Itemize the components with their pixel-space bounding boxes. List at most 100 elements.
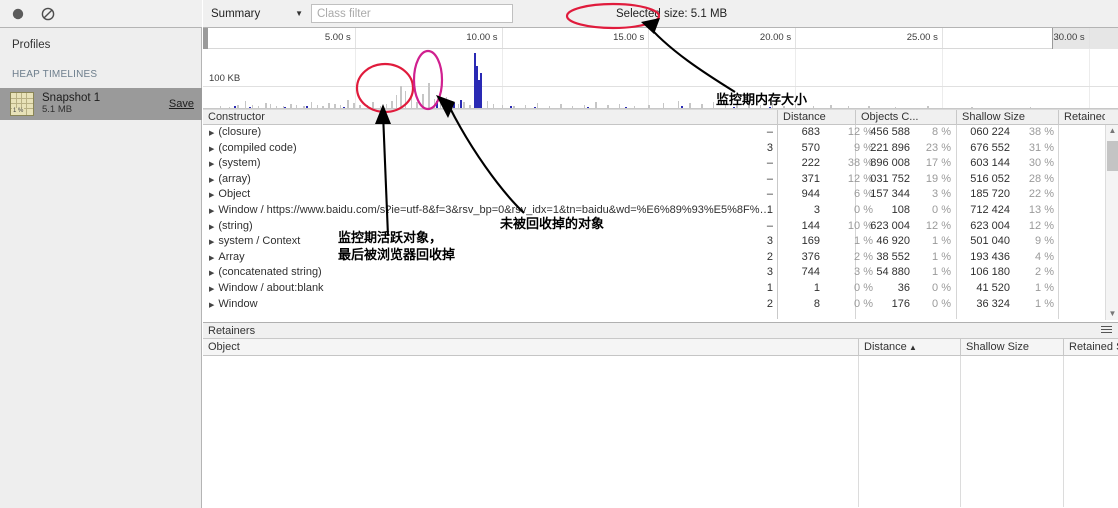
column-header-shallow-size[interactable]: Shallow Size bbox=[956, 110, 1058, 125]
retainers-column-header-label: Retained Size bbox=[1069, 341, 1118, 353]
table-row[interactable]: ▶ Window / https://www.baidu.com/s?ie=utf… bbox=[203, 203, 1118, 219]
class-filter-input[interactable]: Class filter bbox=[311, 4, 513, 23]
chart-bar bbox=[560, 103, 562, 108]
constructors-table-body[interactable]: ▶ (closure) –683 12 % 456 588 8 % 060 224 38 % ▶… bbox=[203, 125, 1118, 319]
chart-bar bbox=[290, 103, 292, 108]
column-header-constructor[interactable]: Constructor bbox=[203, 110, 777, 125]
heap-timelines-section-label: HEAP TIMELINES bbox=[12, 69, 98, 80]
constructor-name: (string) bbox=[218, 219, 253, 232]
chart-bar bbox=[868, 105, 870, 108]
column-header-distance[interactable]: Distance bbox=[777, 110, 855, 125]
expand-triangle-icon[interactable]: ▶ bbox=[209, 239, 214, 246]
scroll-down-arrow[interactable]: ▼ bbox=[1106, 308, 1118, 320]
expand-triangle-icon[interactable]: ▶ bbox=[209, 286, 214, 293]
table-row[interactable]: ▶ Object –944 6 % 157 344 3 % 185 720 22 % bbox=[203, 187, 1118, 203]
shallow-percent-cell: 1 % bbox=[932, 266, 951, 279]
column-header-label: Retained Size bbox=[1064, 111, 1105, 123]
shallow-size-cell: 031 752 bbox=[870, 172, 910, 185]
chart-bar bbox=[712, 102, 715, 108]
retainers-table-body[interactable] bbox=[203, 356, 1118, 507]
chart-bar bbox=[480, 73, 483, 108]
table-row[interactable]: ▶ Window 2 8 0 % 176 0 % 36 324 1 % bbox=[203, 297, 1118, 313]
shallow-percent-cell: 19 % bbox=[925, 172, 951, 185]
chart-y-axis-label: 100 KB bbox=[209, 73, 241, 84]
table-row[interactable]: ▶ (closure) –683 12 % 456 588 8 % 060 224 38 % bbox=[203, 125, 1118, 141]
heap-timeline-chart[interactable]: 100 KB bbox=[203, 49, 1118, 109]
timeline-tick bbox=[941, 28, 943, 48]
column-header-retained-size[interactable]: Retained Size ▼ bbox=[1058, 110, 1105, 125]
chart-bar bbox=[316, 104, 318, 108]
table-row[interactable]: ▶ (array) –371 12 % 031 752 19 % 516 052 28 % bbox=[203, 172, 1118, 188]
sort-indicator-icon: ▲ bbox=[906, 343, 917, 352]
chart-bar bbox=[486, 101, 489, 108]
retained-percent-cell: 2 % bbox=[1035, 266, 1054, 279]
timeline-tick-label: 15.00 s bbox=[613, 32, 645, 43]
constructor-name-cell: ▶ (array) bbox=[203, 172, 777, 188]
constructor-name: Object bbox=[218, 188, 251, 201]
table-row[interactable]: ▶ (compiled code) 3 570 9 % 221 896 23 % 676 55… bbox=[203, 141, 1118, 157]
distance-cell: 3 bbox=[766, 141, 773, 154]
expand-triangle-icon[interactable]: ▶ bbox=[209, 177, 214, 184]
timeline-tick-label: 10.00 s bbox=[466, 32, 498, 43]
chart-bar bbox=[463, 102, 465, 108]
expand-triangle-icon[interactable]: ▶ bbox=[209, 302, 214, 309]
retainers-column-header-object[interactable]: Object bbox=[203, 339, 858, 355]
retainers-table-header: Object Distance ▲ Shallow Size Retained Siz… bbox=[203, 339, 1118, 356]
constructor-name-cell: ▶ system / Context bbox=[203, 234, 777, 250]
expand-triangle-icon[interactable]: ▶ bbox=[209, 130, 214, 137]
constructor-name-cell: ▶ (concatenated string) bbox=[203, 265, 777, 281]
snapshot-grid-icon: 1 % bbox=[10, 92, 34, 116]
clear-prohibited-icon[interactable] bbox=[40, 6, 56, 22]
column-header-objects-c[interactable]: Objects C... bbox=[855, 110, 956, 125]
expand-triangle-icon[interactable]: ▶ bbox=[209, 161, 214, 168]
retainers-column-header-shallow-size[interactable]: Shallow Size bbox=[960, 339, 1063, 355]
chevron-down-icon: ▼ bbox=[295, 9, 303, 18]
hamburger-menu-icon[interactable] bbox=[1101, 326, 1112, 336]
table-row[interactable]: ▶ Window / about:blank 1 1 0 % 36 0 % 41 520 1 % bbox=[203, 281, 1118, 297]
shallow-size-cell: 38 552 bbox=[876, 250, 910, 263]
timeline-left-handle[interactable] bbox=[203, 28, 208, 49]
chart-bar bbox=[607, 105, 609, 108]
distance-cell: 3 bbox=[766, 235, 773, 248]
retained-size-cell: 501 040 bbox=[970, 235, 1010, 248]
expand-triangle-icon[interactable]: ▶ bbox=[209, 270, 214, 277]
table-row[interactable]: ▶ (concatenated string) 3 744 3 % 54 880 1 % 10… bbox=[203, 265, 1118, 281]
chart-bar bbox=[252, 105, 254, 108]
constructor-name-cell: ▶ (string) bbox=[203, 219, 777, 235]
expand-triangle-icon[interactable]: ▶ bbox=[209, 224, 214, 231]
expand-triangle-icon[interactable]: ▶ bbox=[209, 192, 214, 199]
chart-bar bbox=[510, 106, 513, 108]
record-circle-icon[interactable] bbox=[10, 6, 26, 22]
save-snapshot-link[interactable]: Save bbox=[169, 98, 194, 110]
retainers-column-header-retained-size[interactable]: Retained Size bbox=[1063, 339, 1118, 355]
objects-count-cell: 371 bbox=[801, 172, 820, 185]
retained-percent-cell: 13 % bbox=[1028, 203, 1054, 216]
table-row[interactable]: ▶ (system) –222 38 % 896 008 17 % 603 144 30 % bbox=[203, 156, 1118, 172]
chart-bar bbox=[586, 106, 589, 108]
shallow-percent-cell: 8 % bbox=[932, 126, 951, 138]
view-mode-select[interactable]: Summary ▼ bbox=[211, 4, 309, 24]
chart-bar bbox=[677, 101, 680, 108]
constructors-scrollbar[interactable]: ▲ ▼ bbox=[1105, 125, 1118, 320]
chart-bar bbox=[536, 102, 539, 108]
retained-percent-cell: 28 % bbox=[1028, 172, 1054, 185]
retained-percent-cell: 30 % bbox=[1028, 157, 1054, 170]
expand-triangle-icon[interactable]: ▶ bbox=[209, 208, 214, 215]
retainers-column-header-distance[interactable]: Distance ▲ bbox=[858, 339, 960, 355]
class-filter-placeholder: Class filter bbox=[317, 7, 371, 20]
constructors-table: Constructor Distance Objects C... Shallow S… bbox=[203, 109, 1118, 320]
expand-triangle-icon[interactable]: ▶ bbox=[209, 255, 214, 262]
scrollbar-thumb[interactable] bbox=[1107, 141, 1118, 171]
sidebar-item-snapshot-1[interactable]: 1 % Snapshot 1 5.1 MB Save bbox=[0, 88, 202, 120]
scroll-up-arrow[interactable]: ▲ bbox=[1106, 125, 1118, 137]
timeline-tick bbox=[354, 28, 356, 48]
chart-bar bbox=[1029, 107, 1032, 108]
timeline-ruler[interactable]: 5.00 s 10.00 s 15.00 s 20.00 s 25.00 s 30.00 … bbox=[203, 28, 1118, 49]
shallow-percent-cell: 17 % bbox=[925, 157, 951, 170]
expand-triangle-icon[interactable]: ▶ bbox=[209, 146, 214, 153]
constructor-name: Window / https://www.baidu.com/s?ie=utf-… bbox=[218, 203, 771, 216]
chart-bar bbox=[595, 102, 597, 108]
distance-cell: 2 bbox=[766, 297, 773, 310]
retained-percent-cell: 1 % bbox=[1035, 297, 1054, 310]
distance-cell: – bbox=[766, 126, 773, 138]
